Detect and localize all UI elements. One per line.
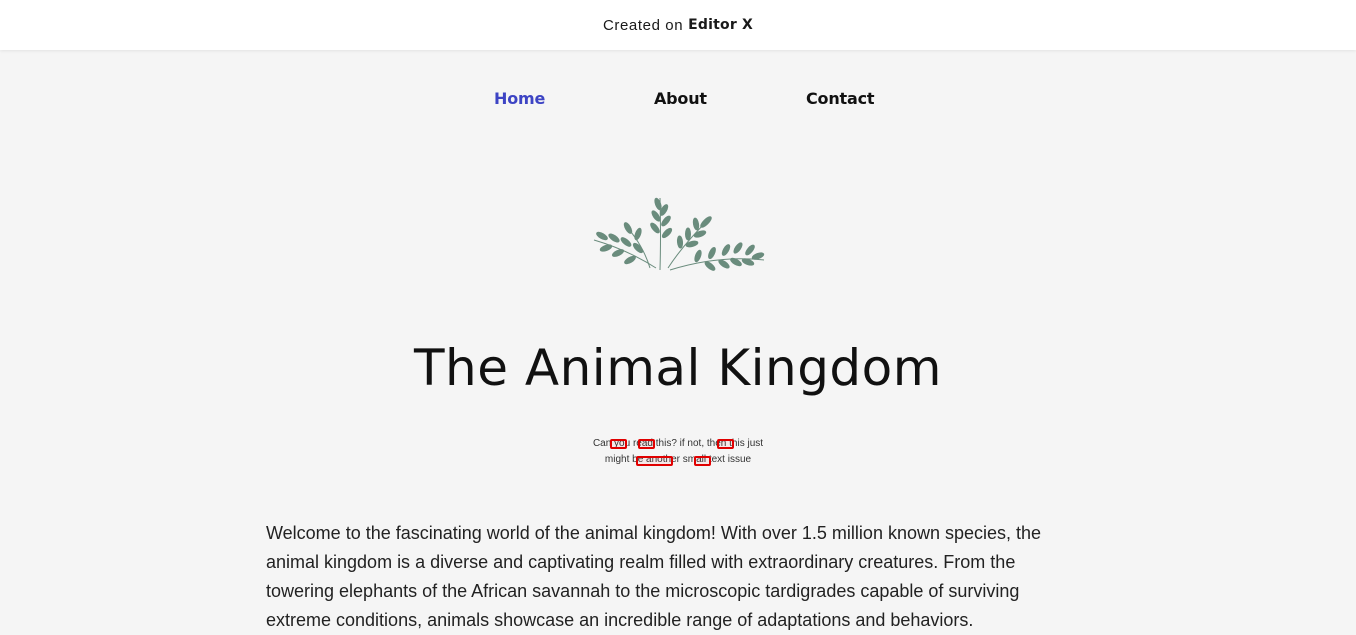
small-text-line-2: might be another small text issue	[604, 454, 752, 465]
page-title: The Animal Kingdom	[414, 339, 942, 397]
editor-x-logo[interactable]: Editor X	[688, 17, 753, 33]
fern-leaves-icon	[593, 197, 765, 271]
nav-item-home[interactable]: Home	[494, 86, 545, 112]
created-on-label: Created on	[602, 16, 684, 34]
small-text-line-1: Can you read this? if not, then this jus…	[592, 438, 764, 449]
nav-item-about[interactable]: About	[654, 86, 707, 112]
small-text-caption: Can you read this? if not, then this jus…	[578, 436, 778, 468]
editor-x-banner[interactable]: Created on Editor X	[0, 0, 1356, 50]
main-navigation: Home About Contact	[0, 86, 1356, 114]
intro-paragraph: Welcome to the fascinating world of the …	[266, 523, 1042, 630]
nav-item-contact[interactable]: Contact	[806, 86, 875, 112]
